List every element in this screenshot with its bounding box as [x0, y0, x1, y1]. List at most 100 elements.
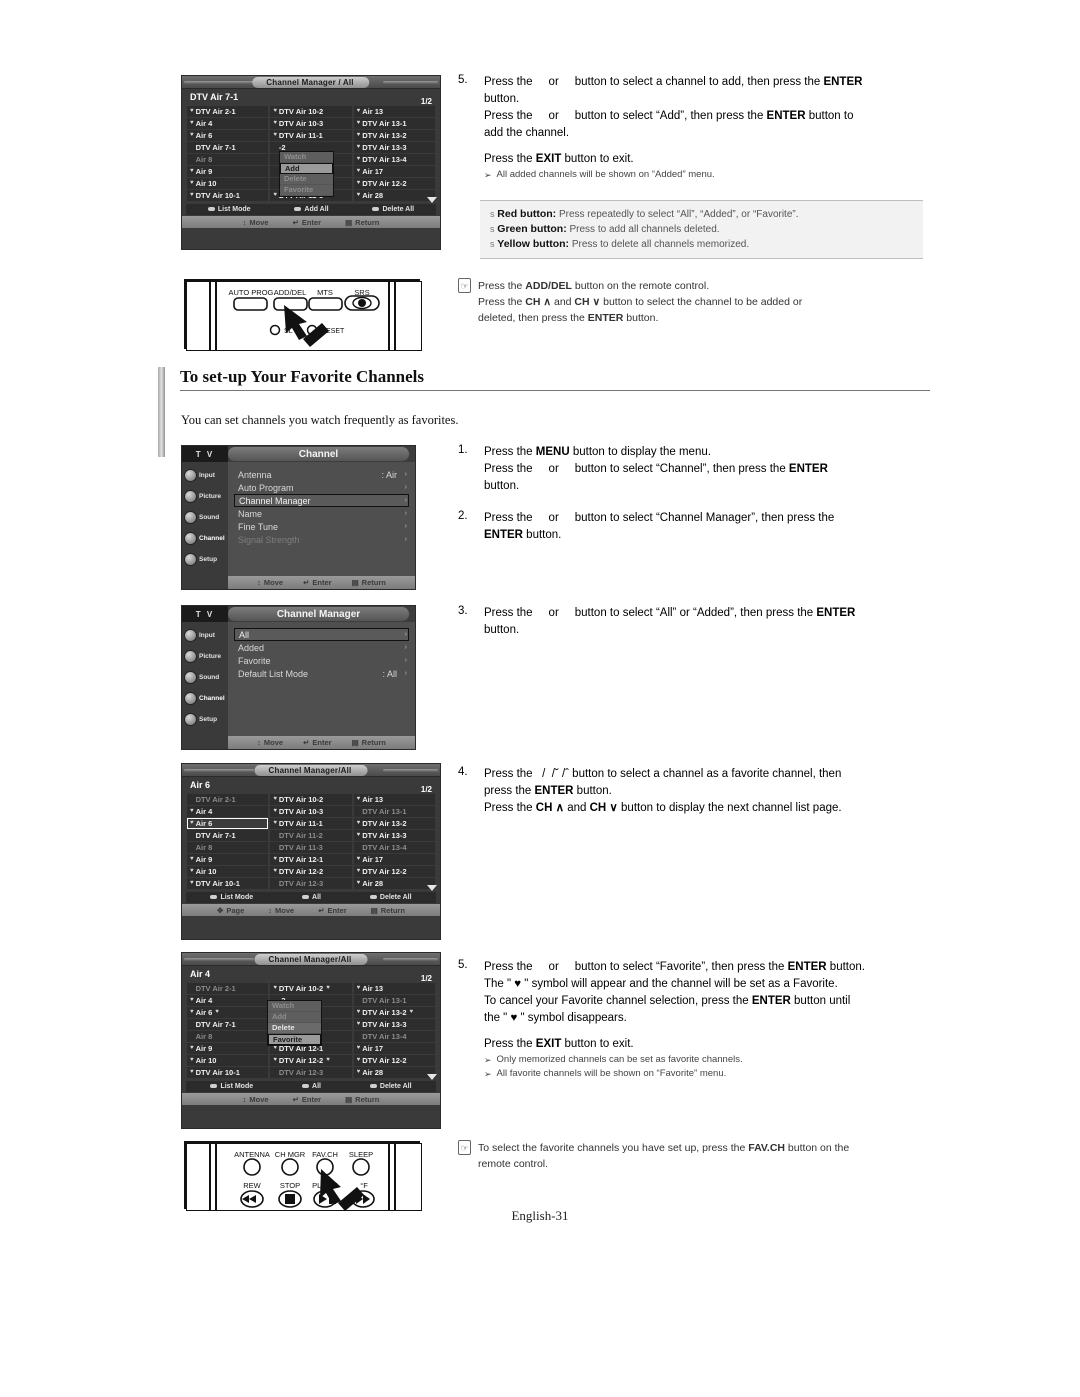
channel-cell[interactable]: ♥ DTV Air 13-3: [353, 142, 435, 153]
channel-cell[interactable]: ♥Air 8: [187, 154, 269, 165]
menu-rail[interactable]: Input Picture Sound Channel Setup: [182, 462, 228, 589]
channel-cell[interactable]: ♥ DTV Air 12-2: [353, 866, 435, 877]
color-button[interactable]: Delete All: [369, 1083, 412, 1090]
color-button[interactable]: List Mode: [210, 1083, 253, 1090]
menu-item-added[interactable]: Added ›: [234, 641, 409, 654]
channel-cell[interactable]: ♥ DTV Air 10-3: [270, 806, 352, 817]
channel-cell[interactable]: ♥ Air 13: [353, 983, 435, 994]
channel-cell[interactable]: ♥ DTV Air 10-1: [187, 190, 269, 201]
channel-cell[interactable]: ♥ DTV Air 12-2 ♥: [270, 1055, 352, 1066]
channel-cell[interactable]: ♥DTV Air 7-1: [187, 142, 269, 153]
menu-rail-item-setup[interactable]: Setup: [182, 549, 228, 570]
channel-cell[interactable]: ♥ DTV Air 11-1: [270, 130, 352, 141]
menu-item-name[interactable]: Name ›: [234, 507, 409, 520]
channel-cell[interactable]: ♥ Air 9: [187, 1043, 269, 1054]
menu-rail-item-sound[interactable]: Sound: [182, 507, 228, 528]
channel-cell[interactable]: ♥ DTV Air 10-2: [270, 106, 352, 117]
popup-item-delete[interactable]: Delete: [280, 174, 333, 185]
channel-cell[interactable]: ♥DTV Air 11-2: [270, 830, 352, 841]
popup-item-favorite[interactable]: Favorite: [268, 1034, 321, 1045]
channel-cell[interactable]: ♥DTV Air 2-1: [187, 794, 269, 805]
scroll-down-icon[interactable]: [427, 885, 437, 891]
scroll-down-icon[interactable]: [427, 1074, 437, 1080]
channel-cell[interactable]: ♥ DTV Air 13-2 ♥: [353, 1007, 435, 1018]
channel-cell[interactable]: ♥ Air 4: [187, 806, 269, 817]
menu-rail-item-channel[interactable]: Channel: [182, 528, 228, 549]
menu-items[interactable]: All › Added › Favorite › Default List Mode: Al…: [228, 622, 415, 749]
channel-cell[interactable]: ♥ Air 28: [353, 1067, 435, 1078]
color-button-bar[interactable]: List Mode All Delete All: [186, 892, 436, 903]
menu-item-fine-tune[interactable]: Fine Tune ›: [234, 520, 409, 533]
channel-cell[interactable]: ♥ DTV Air 12-1: [270, 854, 352, 865]
channel-cell[interactable]: ♥ DTV Air 10-1: [187, 878, 269, 889]
scroll-down-icon[interactable]: [427, 197, 437, 203]
menu-item-signal-strength[interactable]: Signal Strength ›: [234, 533, 409, 546]
color-button[interactable]: All: [302, 894, 321, 901]
channel-cell[interactable]: ♥ Air 28: [353, 190, 435, 201]
menu-item-all[interactable]: All ›: [234, 628, 409, 641]
channel-cell[interactable]: ♥ Air 10: [187, 178, 269, 189]
popup-item-favorite[interactable]: Favorite: [280, 185, 333, 196]
channel-cell[interactable]: ♥Air 8: [187, 1031, 269, 1042]
channel-cell[interactable]: ♥ DTV Air 10-1: [187, 1067, 269, 1078]
channel-cell[interactable]: ♥ Air 13: [353, 106, 435, 117]
popup-item-watch[interactable]: Watch: [268, 1001, 321, 1012]
channel-cell[interactable]: ♥DTV Air 11-3: [270, 842, 352, 853]
color-button[interactable]: All: [302, 1083, 321, 1090]
menu-item-default-list-mode[interactable]: Default List Mode: All ›: [234, 667, 409, 680]
channel-cell[interactable]: ♥ Air 10: [187, 1055, 269, 1066]
popup-item-add[interactable]: Add: [280, 163, 333, 174]
color-button-bar[interactable]: List Mode All Delete All: [186, 1081, 436, 1092]
channel-cell[interactable]: ♥DTV Air 2-1: [187, 983, 269, 994]
menu-rail-item-picture[interactable]: Picture: [182, 486, 228, 507]
channel-cell[interactable]: ♥ Air 9: [187, 854, 269, 865]
channel-cell[interactable]: ♥ DTV Air 13-2: [353, 818, 435, 829]
channel-cell[interactable]: ♥DTV Air 12-3: [270, 878, 352, 889]
color-button[interactable]: List Mode: [207, 206, 251, 213]
menu-item-favorite[interactable]: Favorite ›: [234, 654, 409, 667]
channel-cell[interactable]: ♥ DTV Air 10-2 ♥: [270, 983, 352, 994]
channel-cell[interactable]: ♥ DTV Air 13-3: [353, 830, 435, 841]
channel-cell[interactable]: ♥ Air 10: [187, 866, 269, 877]
channel-grid[interactable]: ♥DTV Air 2-1♥DTV Air 10-2♥Air 13♥Air 4♥D…: [182, 794, 440, 891]
channel-cell[interactable]: ♥DTV Air 13-4: [353, 154, 435, 165]
channel-cell[interactable]: ♥ DTV Air 13-2: [353, 130, 435, 141]
popup-item-watch[interactable]: Watch: [280, 152, 333, 163]
menu-rail[interactable]: Input Picture Sound Channel Setup: [182, 622, 228, 749]
color-button[interactable]: Add All: [294, 206, 329, 213]
menu-item-antenna[interactable]: Antenna: Air ›: [234, 468, 409, 481]
menu-items[interactable]: Antenna: Air › Auto Program › Channel Manage…: [228, 462, 415, 589]
popup-item-delete[interactable]: Delete: [268, 1023, 321, 1034]
color-button[interactable]: List Mode: [210, 894, 253, 901]
channel-cell[interactable]: ♥ Air 13: [353, 794, 435, 805]
popup-item-add[interactable]: Add: [268, 1012, 321, 1023]
color-button[interactable]: Delete All: [372, 206, 414, 213]
channel-cell[interactable]: ♥DTV Air 13-1: [353, 118, 435, 129]
color-button[interactable]: Delete All: [369, 894, 412, 901]
channel-cell[interactable]: ♥ DTV Air 12-2: [353, 1055, 435, 1066]
menu-rail-item-input[interactable]: Input: [182, 465, 228, 486]
channel-cell[interactable]: ♥DTV Air 7-1: [187, 1019, 269, 1030]
channel-cell[interactable]: ♥ DTV Air 10-3: [270, 118, 352, 129]
channel-cell[interactable]: ♥ DTV Air 12-2: [270, 866, 352, 877]
channel-cell[interactable]: ♥ Air 28: [353, 878, 435, 889]
channel-cell[interactable]: ♥ Air 17: [353, 854, 435, 865]
channel-cell[interactable]: ♥DTV Air 2-1: [187, 106, 269, 117]
channel-cell[interactable]: ♥ Air 17: [353, 166, 435, 177]
channel-cell[interactable]: ♥ Air 4: [187, 118, 269, 129]
menu-rail-item-sound[interactable]: Sound: [182, 667, 228, 688]
channel-cell[interactable]: ♥DTV Air 13-1: [353, 995, 435, 1006]
channel-cell[interactable]: ♥ Air 6 ♥: [187, 1007, 269, 1018]
channel-cell[interactable]: ♥DTV Air 7-1: [187, 830, 269, 841]
channel-cell[interactable]: ♥ Air 6: [187, 818, 269, 829]
menu-rail-item-input[interactable]: Input: [182, 625, 228, 646]
context-popup-menu[interactable]: Watch Add Delete Favorite: [279, 151, 334, 197]
color-button-bar[interactable]: List Mode Add All Delete All: [186, 204, 436, 215]
channel-cell[interactable]: ♥Air 8: [187, 842, 269, 853]
channel-cell[interactable]: ♥ DTV Air 12-2: [353, 178, 435, 189]
channel-cell[interactable]: ♥DTV Air 13-4: [353, 842, 435, 853]
menu-rail-item-channel[interactable]: Channel: [182, 688, 228, 709]
menu-rail-item-setup[interactable]: Setup: [182, 709, 228, 730]
channel-cell[interactable]: ♥ Air 6: [187, 130, 269, 141]
context-popup-menu[interactable]: Watch Add Delete Favorite: [267, 1000, 322, 1046]
